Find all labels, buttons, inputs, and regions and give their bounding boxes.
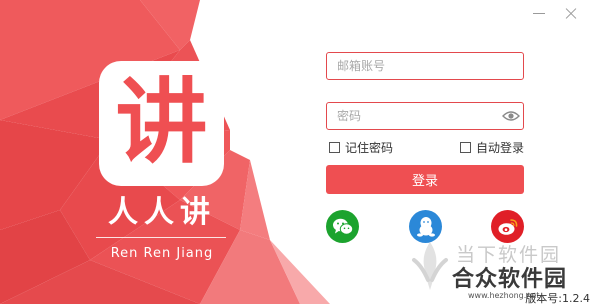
email-field[interactable] <box>326 52 524 80</box>
show-password-eye-icon[interactable] <box>502 109 520 123</box>
auto-login-option[interactable]: 自动登录 <box>460 139 524 156</box>
weibo-login-button[interactable] <box>491 210 524 243</box>
app-logo: 讲 <box>99 61 224 186</box>
auto-login-label: 自动登录 <box>476 141 525 155</box>
remember-password-checkbox[interactable] <box>329 142 340 153</box>
close-button[interactable] <box>564 6 578 20</box>
wechat-icon <box>332 218 353 235</box>
wechat-login-button[interactable] <box>326 210 359 243</box>
login-button[interactable]: 登录 <box>326 165 524 194</box>
watermark-line2: 合众软件园 <box>452 267 568 292</box>
qq-penguin-icon <box>416 216 435 237</box>
remember-password-option[interactable]: 记住密码 <box>329 139 393 156</box>
brand-pinyin: Ren Ren Jiang <box>110 246 214 261</box>
watermark-logo <box>412 242 448 290</box>
minimize-button[interactable] <box>532 6 546 20</box>
qq-login-button[interactable] <box>409 210 442 243</box>
logo-character: 讲 <box>115 68 208 176</box>
window-controls <box>532 6 578 20</box>
password-field[interactable] <box>326 102 524 130</box>
auto-login-checkbox[interactable] <box>460 142 471 153</box>
remember-password-label: 记住密码 <box>345 141 394 155</box>
brand-divider <box>96 237 226 238</box>
brand-name: 人人讲 <box>108 195 216 230</box>
weibo-icon <box>498 218 517 235</box>
